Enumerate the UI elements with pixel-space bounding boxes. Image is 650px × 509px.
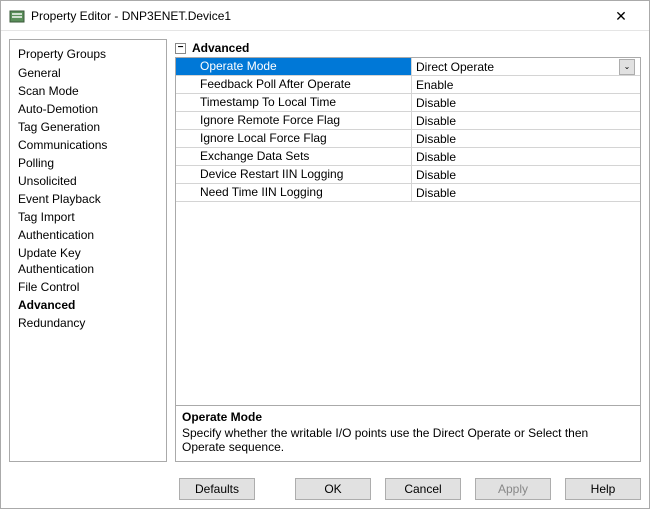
- chevron-down-icon[interactable]: ⌄: [619, 59, 635, 75]
- property-row[interactable]: Device Restart IIN Logging Disable: [176, 166, 640, 184]
- property-value-text: Disable: [416, 132, 456, 146]
- property-name: Timestamp To Local Time: [176, 94, 412, 111]
- ok-button[interactable]: OK: [295, 478, 371, 500]
- sidebar-item-polling[interactable]: Polling: [10, 154, 166, 172]
- sidebar-item-event-playback[interactable]: Event Playback: [10, 190, 166, 208]
- property-row[interactable]: Feedback Poll After Operate Enable: [176, 76, 640, 94]
- defaults-button[interactable]: Defaults: [179, 478, 255, 500]
- dialog-footer: Defaults OK Cancel Apply Help: [1, 470, 649, 508]
- property-value-text: Disable: [416, 150, 456, 164]
- titlebar: Property Editor - DNP3ENET.Device1 ✕: [1, 1, 649, 31]
- property-row[interactable]: Ignore Remote Force Flag Disable: [176, 112, 640, 130]
- help-button[interactable]: Help: [565, 478, 641, 500]
- sidebar-item-tag-import[interactable]: Tag Import: [10, 208, 166, 226]
- property-value[interactable]: Direct Operate ⌄: [412, 58, 640, 75]
- property-value[interactable]: Enable: [412, 76, 640, 93]
- property-name: Exchange Data Sets: [176, 148, 412, 165]
- sidebar-header: Property Groups: [10, 44, 166, 64]
- app-icon: [9, 8, 25, 24]
- property-value-text: Disable: [416, 96, 456, 110]
- sidebar-item-authentication[interactable]: Authentication: [10, 226, 166, 244]
- property-row[interactable]: Timestamp To Local Time Disable: [176, 94, 640, 112]
- sidebar-item-communications[interactable]: Communications: [10, 136, 166, 154]
- apply-button[interactable]: Apply: [475, 478, 551, 500]
- property-value-text: Direct Operate: [416, 60, 494, 74]
- description-panel: Operate Mode Specify whether the writabl…: [175, 406, 641, 462]
- window-title: Property Editor - DNP3ENET.Device1: [31, 9, 601, 23]
- property-value-text: Disable: [416, 168, 456, 182]
- sidebar-item-scan-mode[interactable]: Scan Mode: [10, 82, 166, 100]
- property-value[interactable]: Disable: [412, 94, 640, 111]
- property-name: Operate Mode: [176, 58, 412, 75]
- collapse-icon[interactable]: −: [175, 43, 186, 54]
- sidebar-item-general[interactable]: General: [10, 64, 166, 82]
- property-value[interactable]: Disable: [412, 112, 640, 129]
- property-editor-window: Property Editor - DNP3ENET.Device1 ✕ Pro…: [0, 0, 650, 509]
- property-value[interactable]: Disable: [412, 166, 640, 183]
- sidebar-item-update-key-authentication[interactable]: Update Key Authentication: [10, 244, 166, 278]
- section-header: − Advanced: [175, 39, 641, 57]
- property-value[interactable]: Disable: [412, 184, 640, 201]
- dialog-body: Property Groups GeneralScan ModeAuto-Dem…: [1, 31, 649, 470]
- property-value-text: Enable: [416, 78, 453, 92]
- property-row[interactable]: Operate Mode Direct Operate ⌄: [176, 58, 640, 76]
- property-value[interactable]: Disable: [412, 130, 640, 147]
- property-name: Feedback Poll After Operate: [176, 76, 412, 93]
- main-panel: − Advanced Operate ModeDirect Operate⌄Fe…: [175, 39, 641, 462]
- property-name: Need Time IIN Logging: [176, 184, 412, 201]
- property-row[interactable]: Exchange Data Sets Disable: [176, 148, 640, 166]
- property-row[interactable]: Ignore Local Force Flag Disable: [176, 130, 640, 148]
- sidebar-item-tag-generation[interactable]: Tag Generation: [10, 118, 166, 136]
- property-groups-sidebar: Property Groups GeneralScan ModeAuto-Dem…: [9, 39, 167, 462]
- sidebar-item-auto-demotion[interactable]: Auto-Demotion: [10, 100, 166, 118]
- property-grid: Operate ModeDirect Operate⌄Feedback Poll…: [175, 57, 641, 406]
- property-value-text: Disable: [416, 114, 456, 128]
- section-title: Advanced: [192, 41, 249, 55]
- cancel-button[interactable]: Cancel: [385, 478, 461, 500]
- sidebar-item-advanced[interactable]: Advanced: [10, 296, 166, 314]
- property-name: Ignore Remote Force Flag: [176, 112, 412, 129]
- sidebar-item-file-control[interactable]: File Control: [10, 278, 166, 296]
- property-name: Ignore Local Force Flag: [176, 130, 412, 147]
- close-icon[interactable]: ✕: [601, 1, 641, 31]
- property-value-text: Disable: [416, 186, 456, 200]
- property-row[interactable]: Need Time IIN Logging Disable: [176, 184, 640, 202]
- property-name: Device Restart IIN Logging: [176, 166, 412, 183]
- sidebar-item-redundancy[interactable]: Redundancy: [10, 314, 166, 332]
- sidebar-item-unsolicited[interactable]: Unsolicited: [10, 172, 166, 190]
- description-text: Specify whether the writable I/O points …: [182, 424, 634, 454]
- property-value[interactable]: Disable: [412, 148, 640, 165]
- description-title: Operate Mode: [182, 410, 634, 424]
